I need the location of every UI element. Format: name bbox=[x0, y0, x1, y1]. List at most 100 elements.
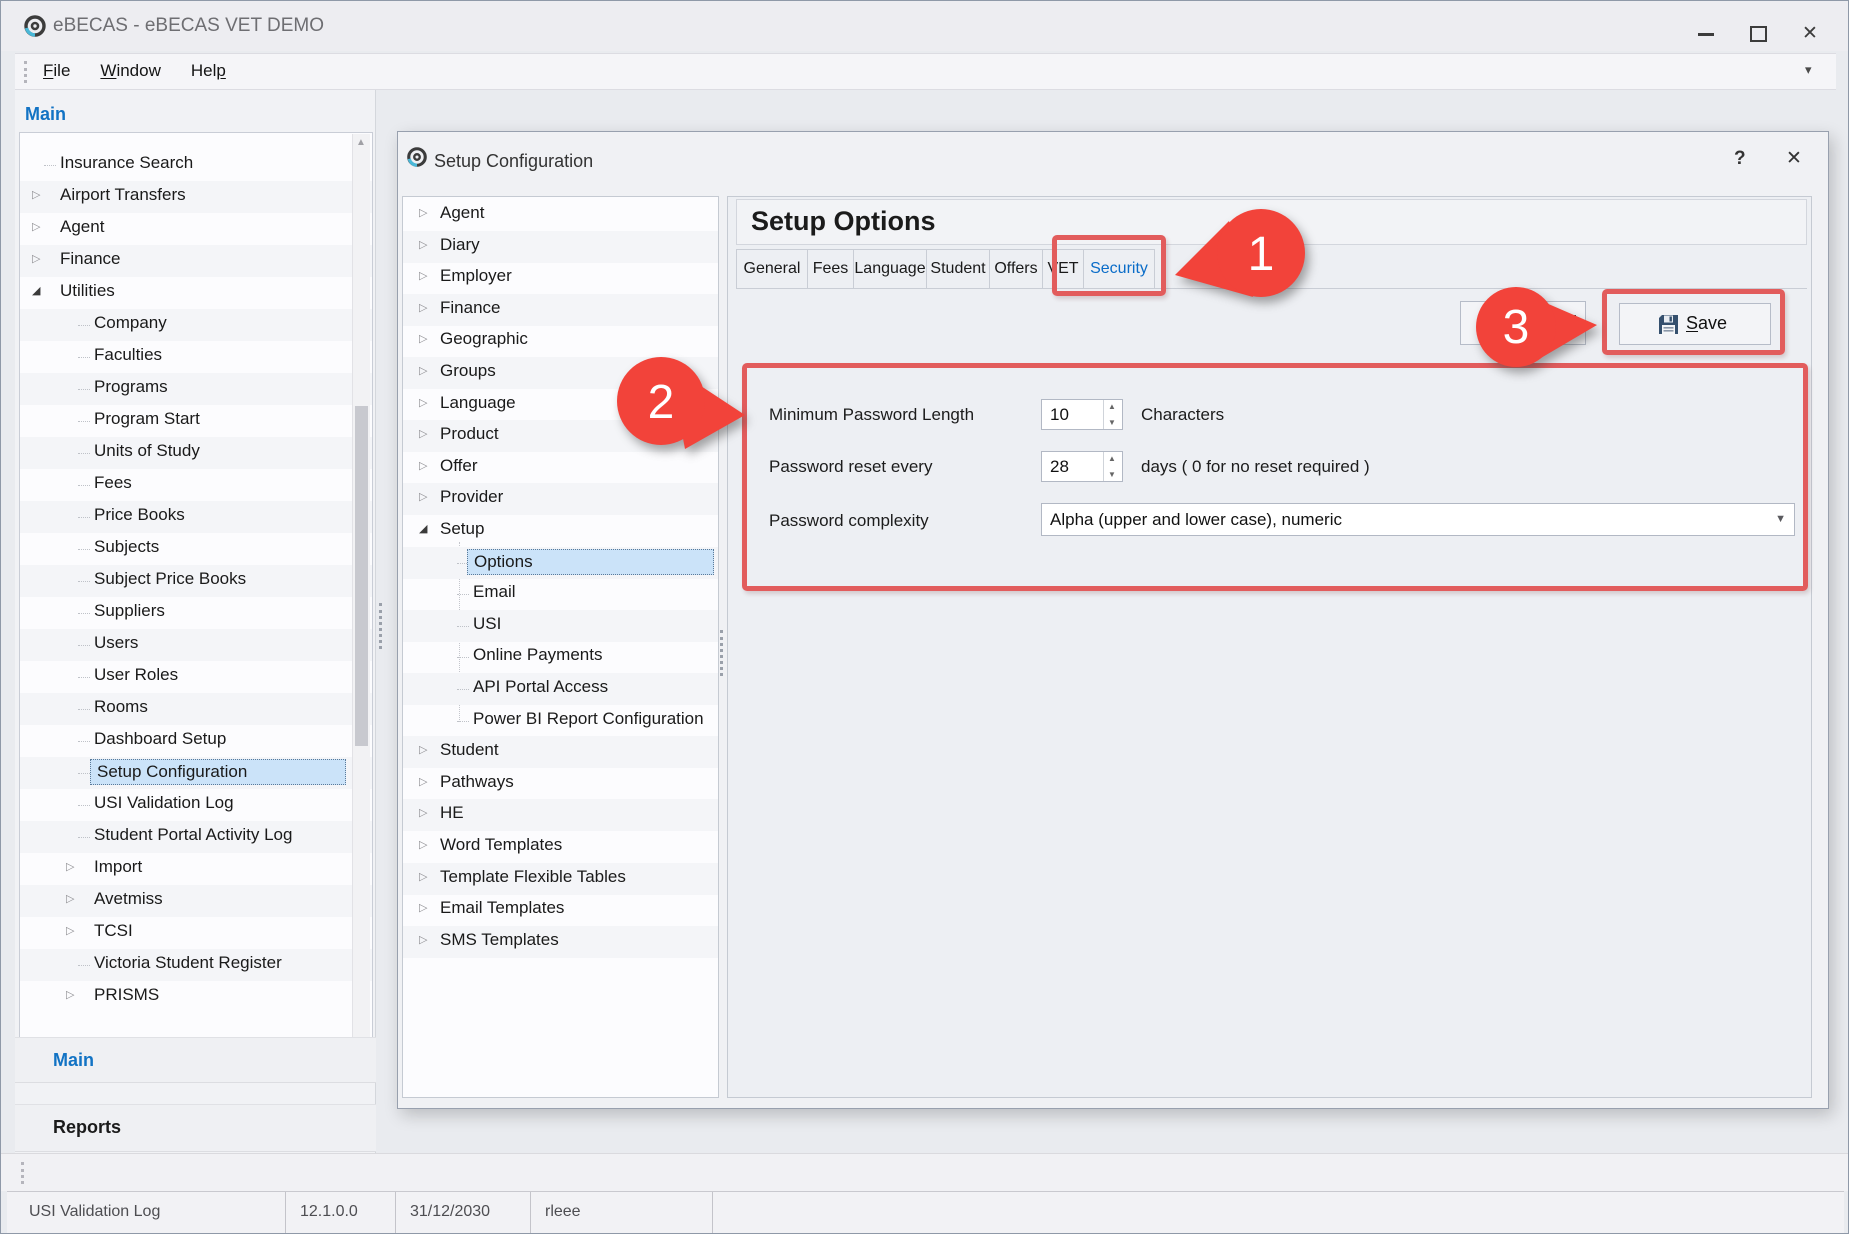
tree-item-utilities[interactable]: ◢Utilities bbox=[20, 277, 372, 309]
expand-icon[interactable]: ▷ bbox=[419, 459, 427, 472]
tree-item-power-bi-report-configuration[interactable]: Power BI Report Configuration bbox=[403, 705, 718, 737]
expand-icon[interactable]: ▷ bbox=[419, 269, 427, 282]
sidebar-section-reports[interactable]: Reports bbox=[15, 1104, 376, 1152]
menu-window[interactable]: Window bbox=[100, 61, 160, 81]
tree-item-sms-templates[interactable]: ▷SMS Templates bbox=[403, 926, 718, 958]
tree-item-import[interactable]: ▷Import bbox=[20, 853, 372, 885]
tree-item-setup[interactable]: ◢Setup bbox=[403, 515, 718, 547]
tree-item-he[interactable]: ▷HE bbox=[403, 799, 718, 831]
splitter-handle[interactable] bbox=[720, 630, 723, 676]
tree-item-airport-transfers[interactable]: ▷Airport Transfers bbox=[20, 181, 372, 213]
tree-item-users[interactable]: Users bbox=[20, 629, 372, 661]
tree-item-online-payments[interactable]: Online Payments bbox=[403, 641, 718, 673]
expand-icon[interactable]: ▷ bbox=[419, 933, 427, 946]
tree-item-finance[interactable]: ▷Finance bbox=[20, 245, 372, 277]
menu-overflow-icon[interactable]: ▾ bbox=[1805, 62, 1812, 78]
tree-item-api-portal-access[interactable]: API Portal Access bbox=[403, 673, 718, 705]
tree-item-suppliers[interactable]: Suppliers bbox=[20, 597, 372, 629]
sidebar-section-main[interactable]: Main bbox=[15, 1037, 376, 1083]
tree-item-employer[interactable]: ▷Employer bbox=[403, 262, 718, 294]
tree-item-agent[interactable]: ▷Agent bbox=[403, 199, 718, 231]
tree-item-finance[interactable]: ▷Finance bbox=[403, 294, 718, 326]
status-grip-handle[interactable] bbox=[21, 1162, 24, 1184]
tree-item-email-templates[interactable]: ▷Email Templates bbox=[403, 894, 718, 926]
expand-icon[interactable]: ▷ bbox=[32, 220, 40, 233]
close-button[interactable]: ✕ bbox=[1802, 22, 1818, 45]
scroll-up-icon[interactable]: ▲ bbox=[356, 137, 366, 148]
menu-grip-handle[interactable] bbox=[24, 61, 27, 83]
expand-icon[interactable]: ▷ bbox=[66, 924, 74, 937]
expand-icon[interactable]: ▷ bbox=[419, 743, 427, 756]
menu-file[interactable]: File bbox=[43, 61, 70, 81]
tree-item-usi-validation-log[interactable]: USI Validation Log bbox=[20, 789, 372, 821]
tree-item-prisms[interactable]: ▷PRISMS bbox=[20, 981, 372, 1013]
minimize-button[interactable] bbox=[1698, 33, 1714, 36]
expand-icon[interactable]: ▷ bbox=[419, 364, 427, 377]
expand-icon[interactable]: ▷ bbox=[66, 892, 74, 905]
tab-fees[interactable]: Fees bbox=[807, 249, 854, 289]
tree-item-fees[interactable]: Fees bbox=[20, 469, 372, 501]
expand-icon[interactable]: ▷ bbox=[32, 252, 40, 265]
tree-item-setup-configuration[interactable]: Setup Configuration bbox=[20, 757, 372, 789]
expand-icon[interactable]: ▷ bbox=[419, 901, 427, 914]
tree-connector bbox=[457, 721, 469, 722]
dialog-help-icon[interactable]: ? bbox=[1734, 148, 1746, 170]
tab-language[interactable]: Language bbox=[853, 249, 927, 289]
expand-icon[interactable]: ▷ bbox=[419, 775, 427, 788]
tree-item-geographic[interactable]: ▷Geographic bbox=[403, 325, 718, 357]
collapse-icon[interactable]: ◢ bbox=[32, 284, 40, 297]
tab-student[interactable]: Student bbox=[926, 249, 990, 289]
collapse-icon[interactable]: ◢ bbox=[419, 522, 427, 535]
tree-item-usi[interactable]: USI bbox=[403, 610, 718, 642]
tree-item-options[interactable]: Options bbox=[403, 547, 718, 579]
expand-icon[interactable]: ▷ bbox=[419, 427, 427, 440]
tree-connector bbox=[78, 517, 90, 518]
expand-icon[interactable]: ▷ bbox=[32, 188, 40, 201]
menu-help[interactable]: Help bbox=[191, 61, 226, 81]
tree-item-provider[interactable]: ▷Provider bbox=[403, 483, 718, 515]
tree-item-victoria-student-register[interactable]: Victoria Student Register bbox=[20, 949, 372, 981]
tree-item-units-of-study[interactable]: Units of Study bbox=[20, 437, 372, 469]
tree-item-student[interactable]: ▷ Student bbox=[403, 736, 718, 768]
expand-icon[interactable]: ▷ bbox=[419, 806, 427, 819]
expand-icon[interactable]: ▷ bbox=[419, 332, 427, 345]
tree-item-subject-price-books[interactable]: Subject Price Books bbox=[20, 565, 372, 597]
expand-icon[interactable]: ▷ bbox=[419, 396, 427, 409]
tree-item-tcsi[interactable]: ▷ TCSI bbox=[20, 917, 372, 949]
dialog-close-icon[interactable]: ✕ bbox=[1786, 147, 1802, 170]
tree-item-student-portal-activity-log[interactable]: Student Portal Activity Log bbox=[20, 821, 372, 853]
tree-item-subjects[interactable]: Subjects bbox=[20, 533, 372, 565]
sidebar-scrollbar[interactable]: ▲ ▼ bbox=[352, 134, 370, 1075]
tree-item-template-flexible-tables[interactable]: ▷Template Flexible Tables bbox=[403, 863, 718, 895]
tree-item-program-start[interactable]: Program Start bbox=[20, 405, 372, 437]
tree-item-user-roles[interactable]: User Roles bbox=[20, 661, 372, 693]
tree-item-faculties[interactable]: Faculties bbox=[20, 341, 372, 373]
expand-icon[interactable]: ▷ bbox=[66, 988, 74, 1001]
tree-item-pathways[interactable]: ▷Pathways bbox=[403, 768, 718, 800]
tree-item-insurance-search[interactable]: Insurance Search bbox=[20, 149, 372, 181]
tree-item-email[interactable]: Email bbox=[403, 578, 718, 610]
tree-item-rooms[interactable]: Rooms bbox=[20, 693, 372, 725]
tree-item-avetmiss[interactable]: ▷Avetmiss bbox=[20, 885, 372, 917]
tree-item-company[interactable]: Company bbox=[20, 309, 372, 341]
expand-icon[interactable]: ▷ bbox=[419, 870, 427, 883]
tree-item-label: TCSI bbox=[94, 921, 133, 941]
tab-general[interactable]: General bbox=[736, 249, 808, 289]
maximize-button[interactable] bbox=[1750, 26, 1767, 42]
expand-icon[interactable]: ▷ bbox=[419, 301, 427, 314]
tab-offers[interactable]: Offers bbox=[989, 249, 1043, 289]
tree-item-diary[interactable]: ▷Diary bbox=[403, 231, 718, 263]
expand-icon[interactable]: ▷ bbox=[419, 238, 427, 251]
expand-icon[interactable]: ▷ bbox=[419, 206, 427, 219]
tree-item-agent[interactable]: ▷Agent bbox=[20, 213, 372, 245]
tree-item-price-books[interactable]: Price Books bbox=[20, 501, 372, 533]
scrollbar-thumb[interactable] bbox=[355, 406, 368, 746]
expand-icon[interactable]: ▷ bbox=[66, 860, 74, 873]
splitter-handle[interactable] bbox=[379, 603, 382, 649]
tree-item-word-templates[interactable]: ▷Word Templates bbox=[403, 831, 718, 863]
tree-item-label: Student bbox=[440, 740, 499, 760]
tree-item-dashboard-setup[interactable]: Dashboard Setup bbox=[20, 725, 372, 757]
tree-item-programs[interactable]: Programs bbox=[20, 373, 372, 405]
expand-icon[interactable]: ▷ bbox=[419, 838, 427, 851]
expand-icon[interactable]: ▷ bbox=[419, 490, 427, 503]
